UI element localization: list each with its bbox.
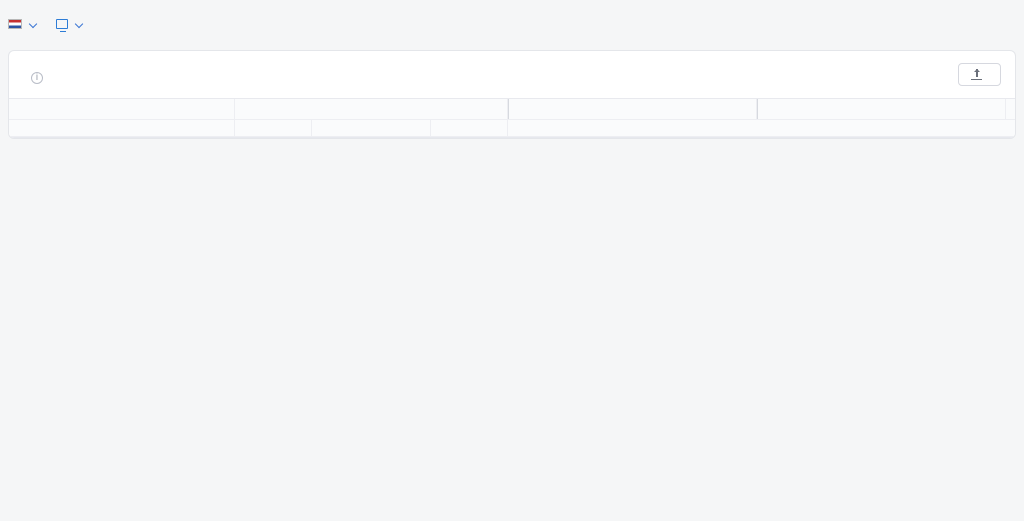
us-flag-icon (8, 19, 22, 29)
database-dropdown[interactable] (8, 19, 36, 29)
export-button[interactable] (958, 63, 1001, 86)
col-group-2022 (757, 99, 1006, 119)
col-ads-traffic[interactable] (235, 120, 312, 136)
col-domain[interactable] (9, 99, 235, 119)
chevron-down-icon (29, 19, 37, 27)
col-group-2021 (508, 99, 757, 119)
info-icon[interactable]: i (31, 72, 43, 84)
device-dropdown[interactable] (56, 19, 82, 29)
desktop-icon (56, 19, 68, 29)
col-domain-spacer (9, 120, 235, 136)
export-icon (971, 69, 982, 80)
chevron-down-icon (75, 19, 83, 27)
col-ads-traffic-price[interactable] (312, 120, 431, 136)
col-group-jun2022 (235, 99, 508, 119)
col-ads-keywords[interactable] (431, 120, 508, 136)
